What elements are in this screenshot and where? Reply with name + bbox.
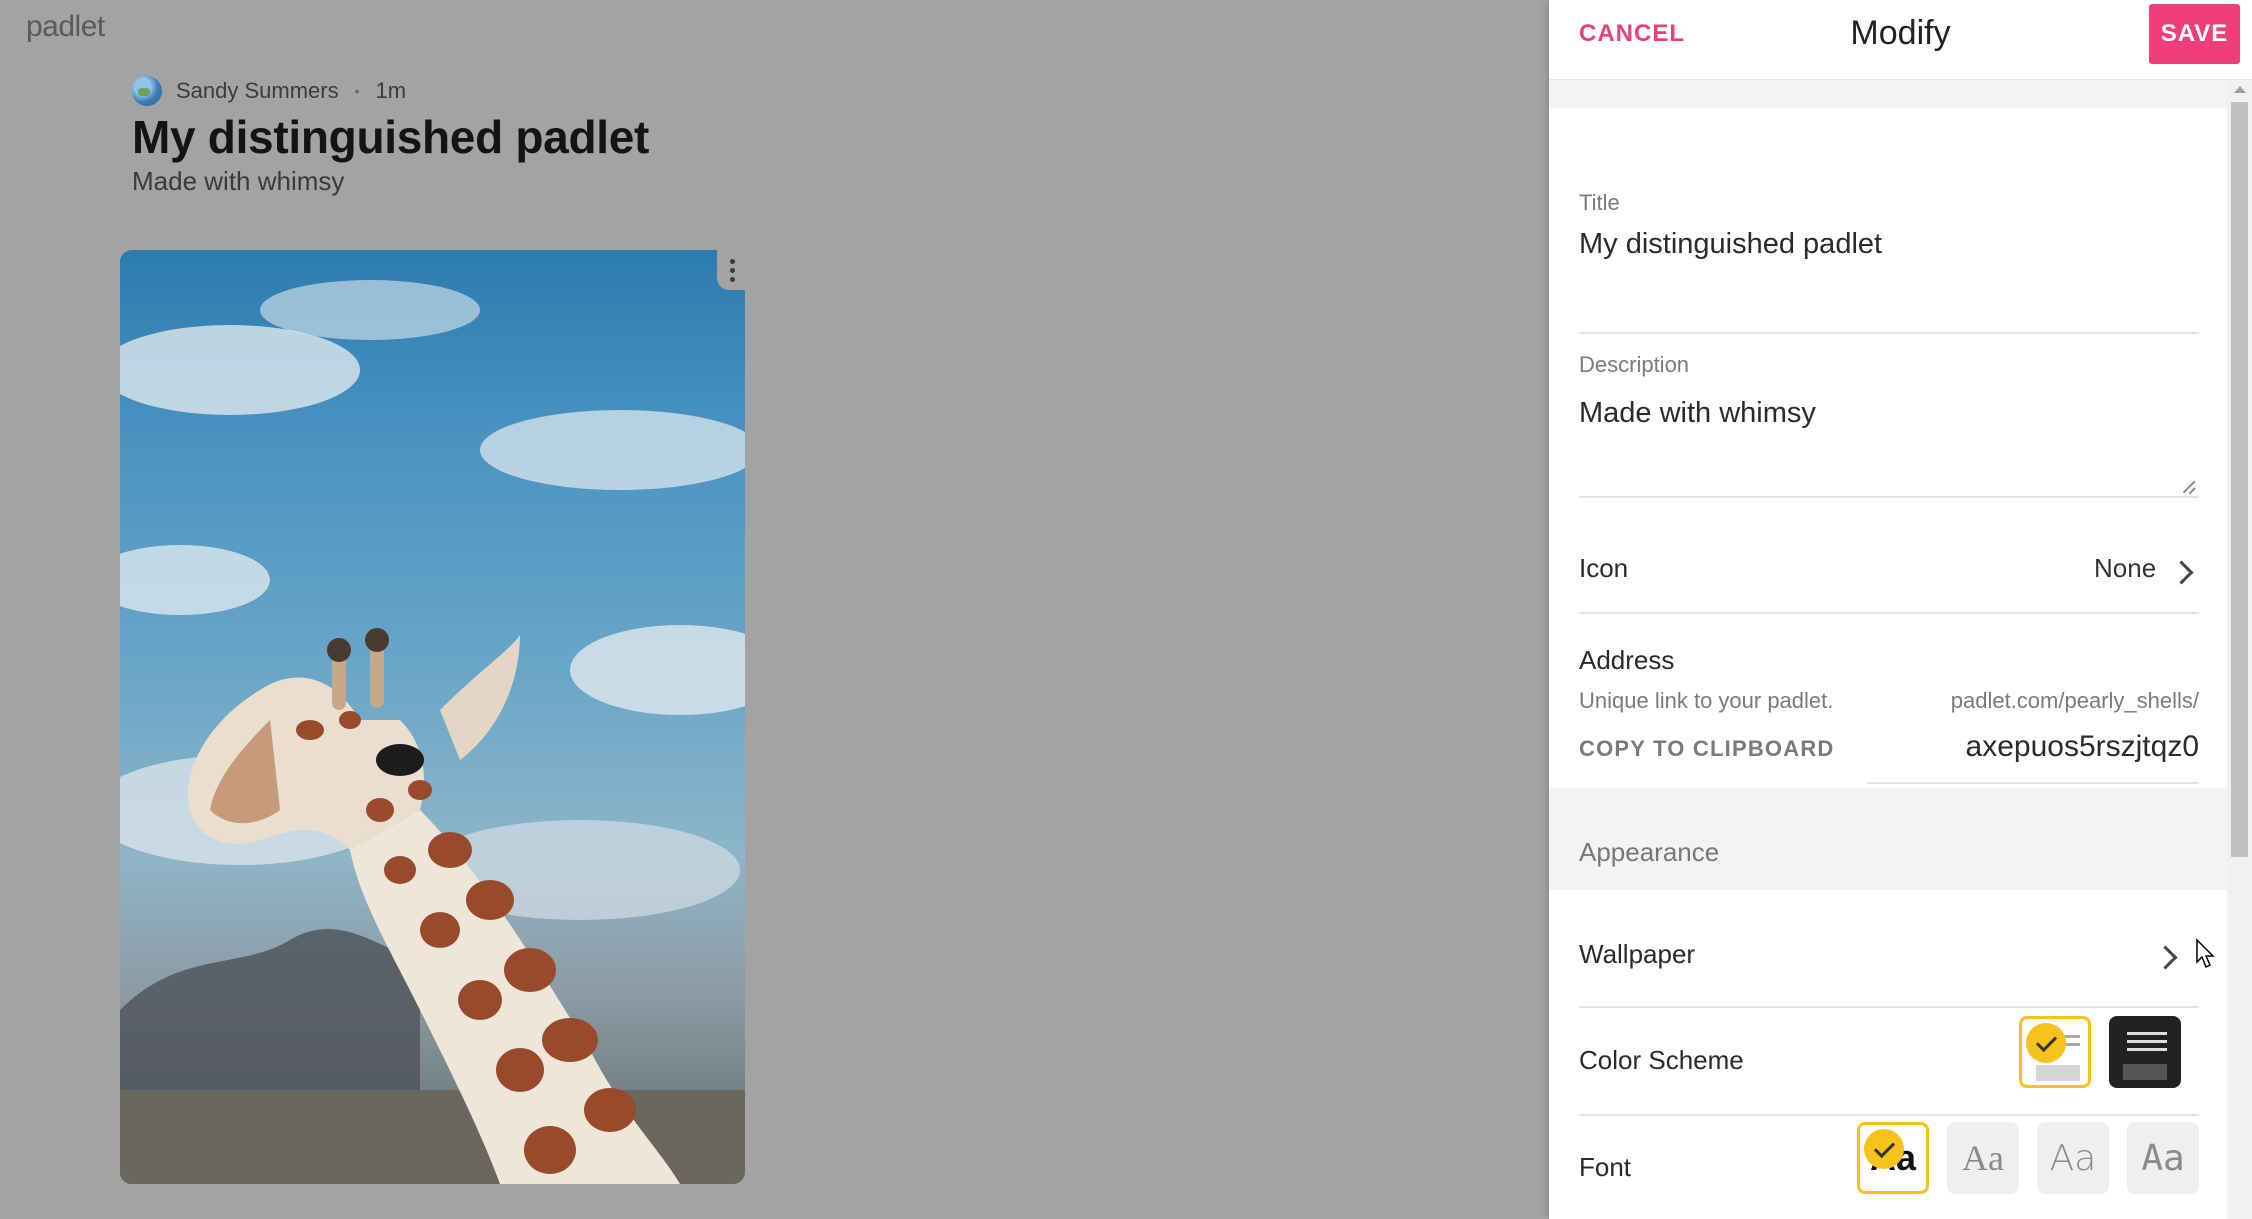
appearance-card: Wallpaper Color Scheme Font Aa Aa Aa — [1549, 890, 2227, 1219]
wallpaper-label: Wallpaper — [1579, 939, 1696, 969]
panel-scrollbar[interactable] — [2227, 80, 2252, 1219]
textarea-resize-icon[interactable] — [2181, 479, 2195, 493]
font-selected-check-icon — [1864, 1129, 1904, 1169]
description-input[interactable]: Made with whimsy — [1579, 397, 1816, 430]
slug-underline — [1867, 782, 2199, 784]
icon-row-value[interactable]: None — [2094, 553, 2156, 584]
board-subtitle: Made with whimsy — [132, 166, 345, 196]
description-field-label: Description — [1579, 352, 1690, 377]
panel-header: CANCEL Modify SAVE — [1549, 0, 2252, 80]
post-image-giraffe[interactable] — [120, 250, 745, 1184]
color-scheme-dark-option[interactable] — [2109, 1016, 2181, 1088]
font-option-3[interactable]: Aa — [2037, 1122, 2109, 1194]
post-more-icon[interactable] — [717, 250, 747, 290]
author-avatar — [132, 76, 162, 106]
color-scheme-light-option[interactable] — [2019, 1016, 2091, 1088]
description-underline — [1579, 496, 2199, 498]
color-scheme-underline — [1579, 1114, 2199, 1116]
author-name: Sandy Summers — [176, 78, 339, 103]
address-label: Address — [1579, 645, 1675, 675]
font-option-1[interactable]: Aa — [1857, 1122, 1929, 1194]
icon-chevron-right-icon[interactable] — [2169, 560, 2194, 585]
title-field-label: Title — [1579, 190, 1620, 215]
padlet-board: padlet Sandy Summers • 1m My distinguish… — [0, 0, 1549, 1219]
color-scheme-label: Color Scheme — [1579, 1045, 1744, 1075]
board-title: My distinguished padlet — [132, 111, 650, 163]
appearance-heading: Appearance — [1579, 837, 1720, 867]
address-hint: Unique link to your padlet. — [1579, 688, 1834, 713]
panel-title: Modify — [1850, 14, 1951, 52]
copy-to-clipboard-button[interactable]: COPY TO CLIPBOARD — [1579, 736, 1835, 762]
mouse-cursor-icon — [2196, 938, 2215, 969]
post-time: 1m — [375, 78, 407, 103]
scroll-up-arrow-icon[interactable] — [2234, 86, 2246, 93]
panel-scroll-area[interactable]: Title My distinguished padlet Descriptio… — [1549, 80, 2227, 1219]
selected-check-icon — [2026, 1023, 2066, 1063]
wallpaper-underline — [1579, 1006, 2199, 1008]
meta-separator: • — [354, 83, 360, 99]
font-option-3-label: Aa — [2049, 1137, 2097, 1179]
font-option-4[interactable]: Aa — [2127, 1122, 2199, 1194]
title-input[interactable]: My distinguished padlet — [1579, 228, 1882, 261]
address-prefix: padlet.com/pearly_shells/ — [1950, 688, 2199, 713]
padlet-logo[interactable]: padlet — [26, 10, 105, 44]
modify-panel: CANCEL Modify SAVE Title My distinguishe… — [1549, 0, 2252, 1219]
address-slug-input[interactable]: axepuos5rszjtqz0 — [1869, 730, 2199, 764]
details-card: Title My distinguished padlet Descriptio… — [1549, 108, 2227, 788]
icon-row-underline — [1579, 612, 2199, 614]
giraffe-illustration — [120, 280, 745, 1184]
wallpaper-chevron-right-icon[interactable] — [2153, 945, 2178, 970]
scrollbar-thumb[interactable] — [2231, 102, 2248, 857]
save-button[interactable]: SAVE — [2149, 4, 2240, 64]
font-option-2[interactable]: Aa — [1947, 1122, 2019, 1194]
font-label: Font — [1579, 1152, 1632, 1182]
font-option-4-label: Aa — [2141, 1137, 2185, 1179]
icon-row-label: Icon — [1579, 553, 1629, 583]
title-underline — [1579, 332, 2199, 334]
font-option-2-label: Aa — [1962, 1138, 2004, 1178]
post-meta: Sandy Summers • 1m — [132, 76, 406, 106]
